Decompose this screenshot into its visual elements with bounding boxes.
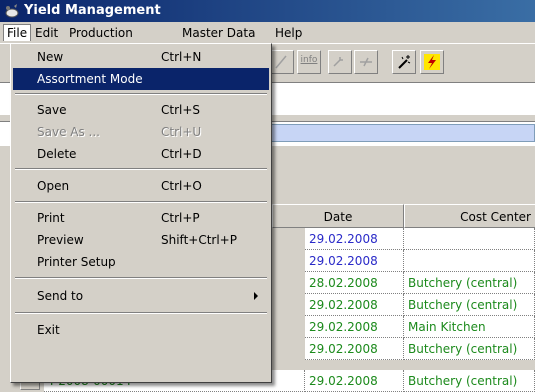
toolbar-disabled-button[interactable] xyxy=(270,50,294,74)
menu-bar: File Edit Production Master Data Help xyxy=(0,22,535,43)
column-header-cost-center[interactable]: Cost Center xyxy=(404,204,535,228)
title-bar: Yield Management xyxy=(0,0,535,22)
menu-item-print[interactable]: Print Ctrl+P xyxy=(13,207,269,229)
window-title: Yield Management xyxy=(24,3,161,18)
file-menu-dropdown: New Ctrl+N Assortment Mode Save Ctrl+S Sav… xyxy=(10,43,272,383)
menu-item-new[interactable]: New Ctrl+N xyxy=(13,46,269,68)
toolbar-unlink-button[interactable] xyxy=(354,50,378,74)
magic-wand-icon xyxy=(398,55,411,69)
menu-item-assortment-mode[interactable]: Assortment Mode xyxy=(13,68,269,90)
filter-field[interactable] xyxy=(270,124,535,142)
unlink-icon xyxy=(360,57,372,67)
date-cell: 28.02.2008 xyxy=(305,272,404,294)
column-header-date[interactable]: Date xyxy=(272,204,404,228)
cost-center-cell: Butchery (central) xyxy=(404,294,535,316)
magic-wand-button[interactable] xyxy=(392,50,416,74)
date-cell: 29.02.2008 xyxy=(305,338,404,360)
cost-center-cell: Butchery (central) xyxy=(404,338,535,360)
menu-separator xyxy=(15,277,267,279)
menu-edit[interactable]: Edit xyxy=(32,25,61,41)
menu-item-save[interactable]: Save Ctrl+S xyxy=(13,99,269,121)
menu-item-open[interactable]: Open Ctrl+O xyxy=(13,175,269,197)
arrow-left-icon xyxy=(275,55,287,69)
menu-item-preview[interactable]: Preview Shift+Ctrl+P xyxy=(13,229,269,251)
cost-center-cell: Main Kitchen xyxy=(404,316,535,338)
menu-separator xyxy=(15,93,267,95)
cost-center-cell: Butchery (central) xyxy=(404,272,535,294)
menu-item-exit[interactable]: Exit xyxy=(13,319,269,341)
menu-separator xyxy=(15,168,267,170)
info-button[interactable]: info xyxy=(297,50,321,74)
cost-center-cell xyxy=(404,250,535,272)
cost-center-cell xyxy=(404,228,535,250)
menu-production[interactable]: Production xyxy=(66,25,136,41)
menu-item-save-as: Save As ... Ctrl+U xyxy=(37,125,202,139)
menu-item-send-to[interactable]: Send to xyxy=(13,285,269,307)
menu-item-delete[interactable]: Delete Ctrl+D xyxy=(13,143,269,165)
date-cell: 29.02.2008 xyxy=(305,316,404,338)
menu-separator xyxy=(15,312,267,314)
menu-master-data[interactable]: Master Data xyxy=(179,25,258,41)
date-cell: 29.02.2008 xyxy=(305,250,404,272)
lightning-button[interactable] xyxy=(420,50,444,74)
menu-separator xyxy=(15,201,267,203)
lightning-icon xyxy=(424,54,440,70)
link-icon xyxy=(333,57,343,67)
toolbar-link-button[interactable] xyxy=(328,50,352,74)
app-icon xyxy=(4,3,20,19)
menu-help[interactable]: Help xyxy=(272,25,305,41)
menu-item-printer-setup[interactable]: Printer Setup xyxy=(13,251,269,273)
submenu-arrow-icon xyxy=(254,292,258,300)
info-icon: info xyxy=(300,55,318,65)
cost-center-cell: Butchery (central) xyxy=(404,370,535,392)
date-cell: 29.02.2008 xyxy=(305,294,404,316)
date-cell: 29.02.2008 xyxy=(305,370,404,392)
date-cell: 29.02.2008 xyxy=(305,228,404,250)
menu-file[interactable]: File xyxy=(3,24,32,41)
